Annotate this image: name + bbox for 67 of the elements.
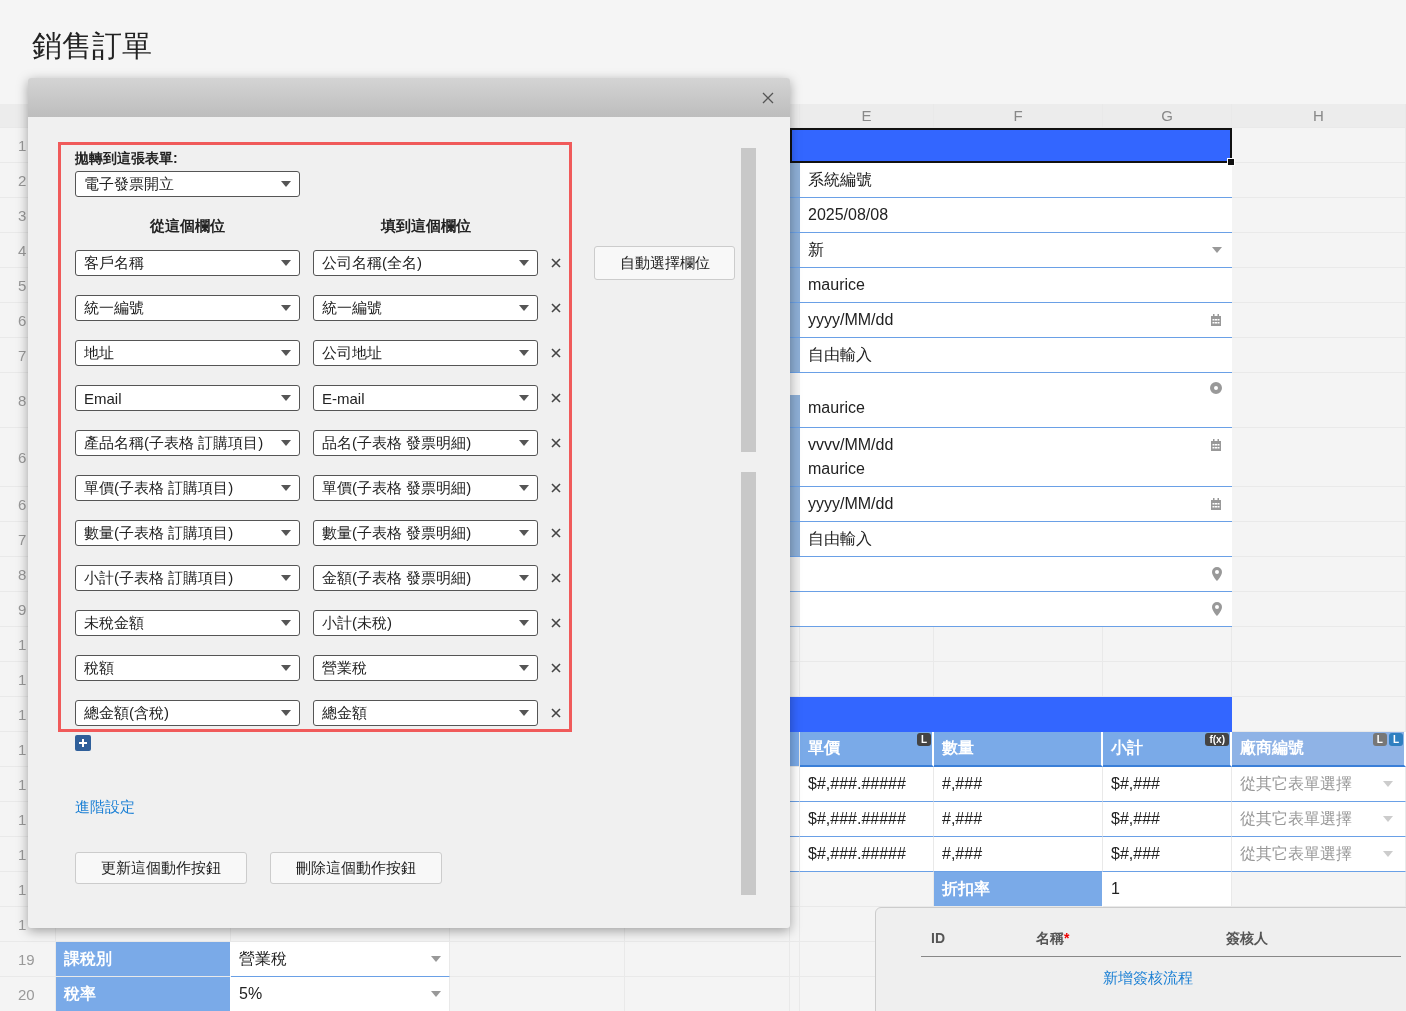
auto-select-button[interactable]: 自動選擇欄位 xyxy=(594,246,735,280)
text-field[interactable]: 2025/08/08 xyxy=(800,198,1232,233)
date-field[interactable]: vvvv/MM/dd maurice xyxy=(800,428,1232,487)
text-field[interactable]: 自由輸入 xyxy=(800,338,1232,373)
date-field[interactable]: yyyy/MM/dd xyxy=(800,487,1232,522)
type-badge: L xyxy=(1388,733,1403,746)
page-title: 銷售訂單 xyxy=(32,28,152,64)
dropdown[interactable]: 營業稅 xyxy=(313,655,538,681)
type-badge: L xyxy=(1372,733,1387,746)
advanced-settings-link[interactable]: 進階設定 xyxy=(75,798,135,817)
dropdown[interactable]: E-mail xyxy=(313,385,538,411)
table-cell: #,### xyxy=(934,837,1103,872)
table-cell: $#,###.##### xyxy=(800,802,934,837)
action-button[interactable]: 更新這個動作按鈕 xyxy=(75,852,247,884)
dropdown[interactable]: 小計(未稅) xyxy=(313,610,538,636)
table-cell: $#,### xyxy=(1103,802,1232,837)
dropdown[interactable]: 稅額 xyxy=(75,655,300,681)
add-approval-link[interactable]: 新增簽核流程 xyxy=(1103,969,1193,988)
type-badge: L xyxy=(916,733,931,746)
text-field[interactable]: 自由輸入 xyxy=(800,522,1232,557)
dropdown[interactable]: 數量(子表格 訂購項目) xyxy=(75,520,300,546)
dropdown[interactable]: 公司名稱(全名) xyxy=(313,250,538,276)
table-cell: $#,###.##### xyxy=(800,837,934,872)
dropdown[interactable]: 未稅金額 xyxy=(75,610,300,636)
dropdown[interactable]: 客戶名稱 xyxy=(75,250,300,276)
dropdown[interactable]: 地址 xyxy=(75,340,300,366)
column-heading: 名稱* xyxy=(1036,930,1071,948)
text-field[interactable]: maurice xyxy=(800,268,1232,303)
dropdown-field[interactable]: 營業稅 xyxy=(231,942,450,977)
dropdown[interactable]: 統一編號 xyxy=(75,295,300,321)
dropdown[interactable]: 品名(子表格 發票明細) xyxy=(313,430,538,456)
table-cell: $#,### xyxy=(1103,837,1232,872)
field-label: 稅率 xyxy=(56,977,231,1011)
date-field[interactable]: yyyy/MM/dd xyxy=(800,303,1232,338)
dropdown[interactable]: 總金額(含稅) xyxy=(75,700,300,726)
dropdown[interactable]: 單價(子表格 訂購項目) xyxy=(75,475,300,501)
dropdown[interactable]: Email xyxy=(75,385,300,411)
table-cell: $#,### xyxy=(1103,767,1232,802)
dropdown[interactable]: 數量(子表格 發票明細) xyxy=(313,520,538,546)
column-header[interactable]: 小計 f(x) xyxy=(1103,732,1232,767)
dropdown[interactable]: 單價(子表格 發票明細) xyxy=(313,475,538,501)
dropdown-field[interactable]: 5% xyxy=(231,977,450,1011)
column-heading: ID xyxy=(931,930,946,948)
field-label: 折扣率 xyxy=(934,872,1103,907)
field-label: 課稅別 xyxy=(56,942,231,977)
text-field[interactable]: 系統編號 xyxy=(800,163,1232,198)
dropdown[interactable]: 電子發票開立 xyxy=(75,171,300,197)
field-label: 拋轉到這張表單: xyxy=(75,150,179,168)
dropdown-field[interactable]: 新 xyxy=(800,233,1232,268)
dropdown[interactable]: 金額(子表格 發票明細) xyxy=(313,565,538,591)
dropdown[interactable]: 統一編號 xyxy=(313,295,538,321)
dropdown[interactable]: 產品名稱(子表格 訂購項目) xyxy=(75,430,300,456)
table-cell: #,### xyxy=(934,767,1103,802)
dropdown[interactable]: 公司地址 xyxy=(313,340,538,366)
text-field[interactable]: maurice xyxy=(800,373,1232,428)
table-cell: #,### xyxy=(934,802,1103,837)
row-number: 19 xyxy=(0,942,56,977)
dropdown[interactable]: 小計(子表格 訂購項目) xyxy=(75,565,300,591)
column-heading: 簽核人 xyxy=(1226,930,1269,948)
type-badge: f(x) xyxy=(1205,733,1229,746)
table-cell: $#,###.##### xyxy=(800,767,934,802)
text-field[interactable]: 1 xyxy=(1103,872,1232,907)
column-heading: 填到這個欄位 xyxy=(379,217,472,236)
action-button[interactable]: 刪除這個動作按鈕 xyxy=(270,852,442,884)
dropdown[interactable]: 總金額 xyxy=(313,700,538,726)
column-heading: 從這個欄位 xyxy=(149,217,226,236)
column-header[interactable]: 單價 L xyxy=(800,732,934,767)
